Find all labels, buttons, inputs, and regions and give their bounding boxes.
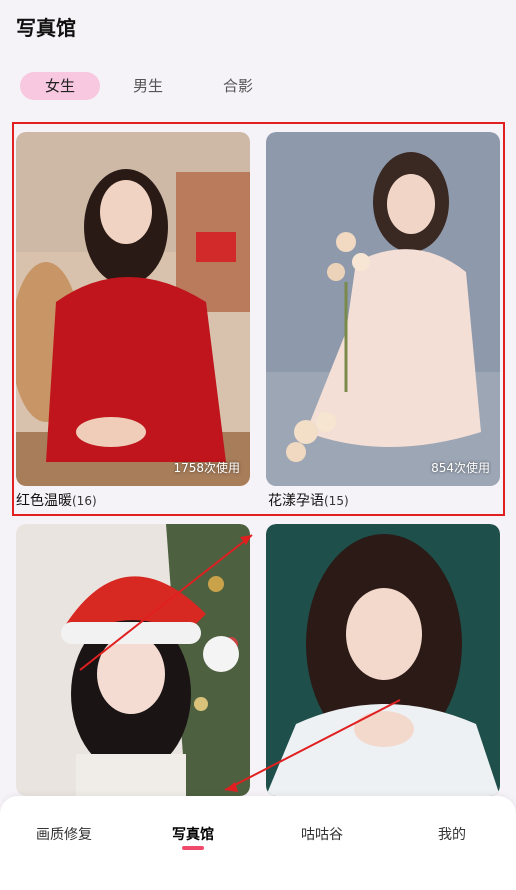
annotation-arrows bbox=[79, 534, 401, 792]
active-tab-indicator bbox=[182, 846, 204, 850]
nav-mine[interactable]: 我的 bbox=[402, 824, 502, 844]
nav-quality-restore[interactable]: 画质修复 bbox=[14, 824, 114, 844]
nav-photo-studio[interactable]: 写真馆 bbox=[143, 824, 243, 844]
bottom-navigation: 画质修复 写真馆 咕咕谷 我的 bbox=[0, 796, 516, 890]
nav-gugu-valley[interactable]: 咕咕谷 bbox=[272, 824, 372, 844]
